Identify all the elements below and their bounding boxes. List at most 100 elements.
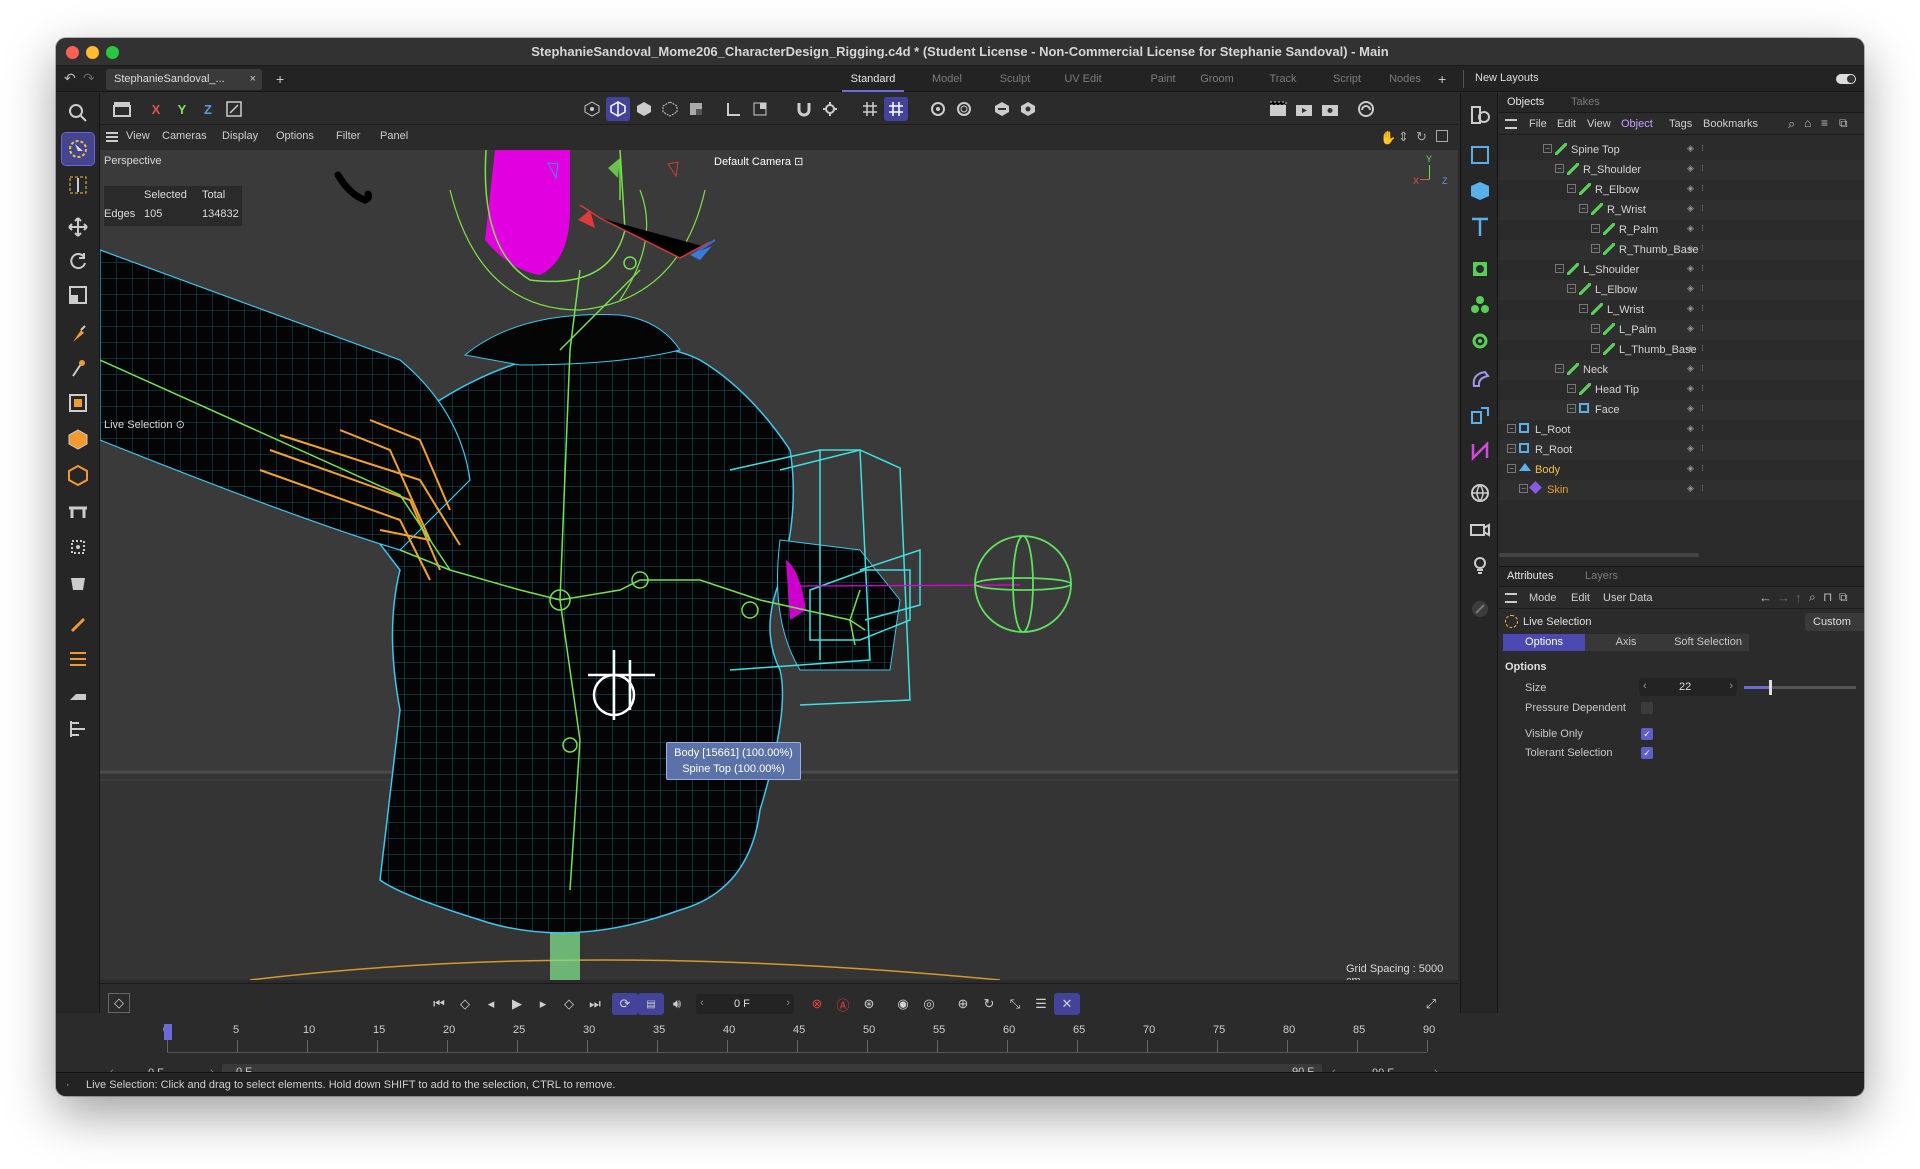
undo-icon[interactable]: ↶ <box>64 70 76 87</box>
visibility-icon[interactable]: ◈ <box>1687 203 1699 215</box>
render-settings-icon[interactable] <box>1318 97 1342 121</box>
z-axis-lock-button[interactable]: Z <box>196 97 220 121</box>
object-mode-icon[interactable] <box>62 459 94 491</box>
render-dots-icon[interactable]: ⁝ <box>1701 363 1704 374</box>
texture-mode-icon[interactable] <box>684 97 708 121</box>
camera-icon[interactable] <box>1464 513 1496 545</box>
orbit-icon[interactable]: ↻ <box>1416 129 1427 145</box>
polygons-mode-icon[interactable] <box>632 97 656 121</box>
magnet-icon[interactable] <box>792 97 816 121</box>
render-dots-icon[interactable]: ⁝ <box>1701 303 1704 314</box>
tolerant-selection-checkbox[interactable]: ✓ <box>1641 747 1653 759</box>
spline-icon[interactable] <box>1464 435 1496 467</box>
layout-tab-model[interactable]: Model <box>916 66 978 92</box>
render-dots-icon[interactable]: ⁝ <box>1701 223 1704 234</box>
objects-menu-edit[interactable]: Edit <box>1557 118 1576 130</box>
rotate-tool-icon[interactable] <box>62 245 94 277</box>
layout-tab-groom[interactable]: Groom <box>1186 66 1248 92</box>
viewport-solo-icon[interactable] <box>748 97 772 121</box>
object-row[interactable]: − Neck ◈ ⁝ <box>1499 360 1864 380</box>
dolly-icon[interactable]: ⇕ <box>1398 129 1409 145</box>
layers-icon[interactable] <box>62 643 94 675</box>
redo-icon[interactable]: ↷ <box>83 70 95 87</box>
move-selection-icon[interactable] <box>62 169 94 201</box>
layout-tab-script[interactable]: Script <box>1316 66 1378 92</box>
attributes-menu-mode[interactable]: Mode <box>1529 592 1557 604</box>
paint-selection-icon[interactable] <box>62 319 94 351</box>
expand-toggle-icon[interactable]: − <box>1567 384 1576 393</box>
render-dots-icon[interactable]: ⁝ <box>1701 443 1704 454</box>
document-tab[interactable]: StephanieSandoval_... × <box>106 69 262 90</box>
solo-icon[interactable] <box>62 567 94 599</box>
deformer-icon[interactable] <box>990 97 1014 121</box>
tab-objects[interactable]: Objects <box>1507 96 1544 108</box>
object-row[interactable]: − R_Wrist ◈ ⁝ <box>1499 200 1864 220</box>
visible-only-checkbox[interactable]: ✓ <box>1641 728 1653 740</box>
layout-tab-standard[interactable]: Standard <box>842 66 904 92</box>
object-manager-icon[interactable] <box>1464 99 1496 131</box>
visibility-icon[interactable]: ◈ <box>1687 423 1699 435</box>
brush-icon[interactable] <box>62 607 94 639</box>
attr-search-icon[interactable]: ⌕ <box>1809 590 1816 605</box>
size-input[interactable]: ‹ 22 › <box>1639 678 1737 696</box>
expand-toggle-icon[interactable]: − <box>1507 464 1516 473</box>
object-row[interactable]: − L_Elbow ◈ ⁝ <box>1499 280 1864 300</box>
new-window-icon[interactable]: ⧉ <box>1839 116 1848 131</box>
text-icon[interactable] <box>1464 211 1496 243</box>
expand-toggle-icon[interactable]: − <box>1591 324 1600 333</box>
enable-axis-icon[interactable] <box>722 97 746 121</box>
visibility-icon[interactable]: ◈ <box>1687 223 1699 235</box>
decrement-icon[interactable]: ‹ <box>1643 680 1647 692</box>
render-dots-icon[interactable]: ⁝ <box>1701 163 1704 174</box>
cloner-icon[interactable] <box>1464 289 1496 321</box>
render-region-icon[interactable] <box>926 97 950 121</box>
layouts-toggle[interactable] <box>1836 74 1856 84</box>
zoom-icon[interactable] <box>62 97 94 129</box>
render-view-icon[interactable] <box>1266 97 1290 121</box>
edges-mode-icon[interactable] <box>606 97 630 121</box>
visibility-icon[interactable]: ◈ <box>1687 443 1699 455</box>
object-row[interactable]: − Face ◈ ⁝ <box>1499 400 1864 420</box>
layout-tab-sculpt[interactable]: Sculpt <box>984 66 1046 92</box>
tab-takes[interactable]: Takes <box>1571 96 1600 108</box>
object-row[interactable]: − R_Thumb_Base ◈ ⁝ <box>1499 240 1864 260</box>
viewport-menu-display[interactable]: Display <box>222 130 258 142</box>
visibility-icon[interactable]: ◈ <box>1687 183 1699 195</box>
viewport-menu-options[interactable]: Options <box>276 130 314 142</box>
render-dots-icon[interactable]: ⁝ <box>1701 323 1704 334</box>
increment-icon[interactable]: › <box>1729 680 1733 692</box>
search-icon[interactable]: ⌕ <box>1788 116 1795 132</box>
expand-toggle-icon[interactable]: − <box>1543 144 1552 153</box>
tweak-icon[interactable] <box>818 97 842 121</box>
expand-toggle-icon[interactable]: − <box>1567 284 1576 293</box>
size-slider-handle[interactable] <box>1768 680 1772 695</box>
visibility-icon[interactable]: ◈ <box>1687 143 1699 155</box>
visibility-icon[interactable]: ◈ <box>1687 323 1699 335</box>
joint-tool-icon[interactable] <box>62 353 94 385</box>
object-row[interactable]: − R_Shoulder ◈ ⁝ <box>1499 160 1864 180</box>
object-row[interactable]: − Body ◈ ⁝ <box>1499 460 1864 480</box>
visibility-icon[interactable]: ◈ <box>1687 463 1699 475</box>
move-tool-icon[interactable] <box>62 211 94 243</box>
layout-tab-track[interactable]: Track <box>1252 66 1314 92</box>
render-picture-icon[interactable] <box>1292 97 1316 121</box>
viewport-menu-panel[interactable]: Panel <box>380 130 408 142</box>
lock-icon[interactable]: ⊓ <box>1823 590 1832 604</box>
attributes-menu-edit[interactable]: Edit <box>1571 592 1590 604</box>
3d-viewport[interactable]: Perspective Default Camera ⊡ Selected To… <box>100 150 1458 980</box>
render-dots-icon[interactable]: ⁝ <box>1701 423 1704 434</box>
generator-icon[interactable] <box>1464 253 1496 285</box>
viewport-menu-filter[interactable]: Filter <box>336 130 360 142</box>
objects-scrollbar[interactable] <box>1499 553 1699 557</box>
objects-menu-tags[interactable]: Tags <box>1669 118 1692 130</box>
filter-icon[interactable]: ≡ <box>1821 116 1828 130</box>
viewport-menu-view[interactable]: View <box>126 130 150 142</box>
add-layout-button[interactable]: + <box>1438 71 1446 87</box>
iron-icon[interactable] <box>62 679 94 711</box>
expand-toggle-icon[interactable]: − <box>1591 244 1600 253</box>
workplane-icon[interactable] <box>62 713 94 745</box>
object-row[interactable]: − Skin ◈ ⁝ <box>1499 480 1864 500</box>
close-window-button[interactable] <box>66 46 79 59</box>
environment-icon[interactable] <box>1464 477 1496 509</box>
effector-icon[interactable] <box>1464 325 1496 357</box>
